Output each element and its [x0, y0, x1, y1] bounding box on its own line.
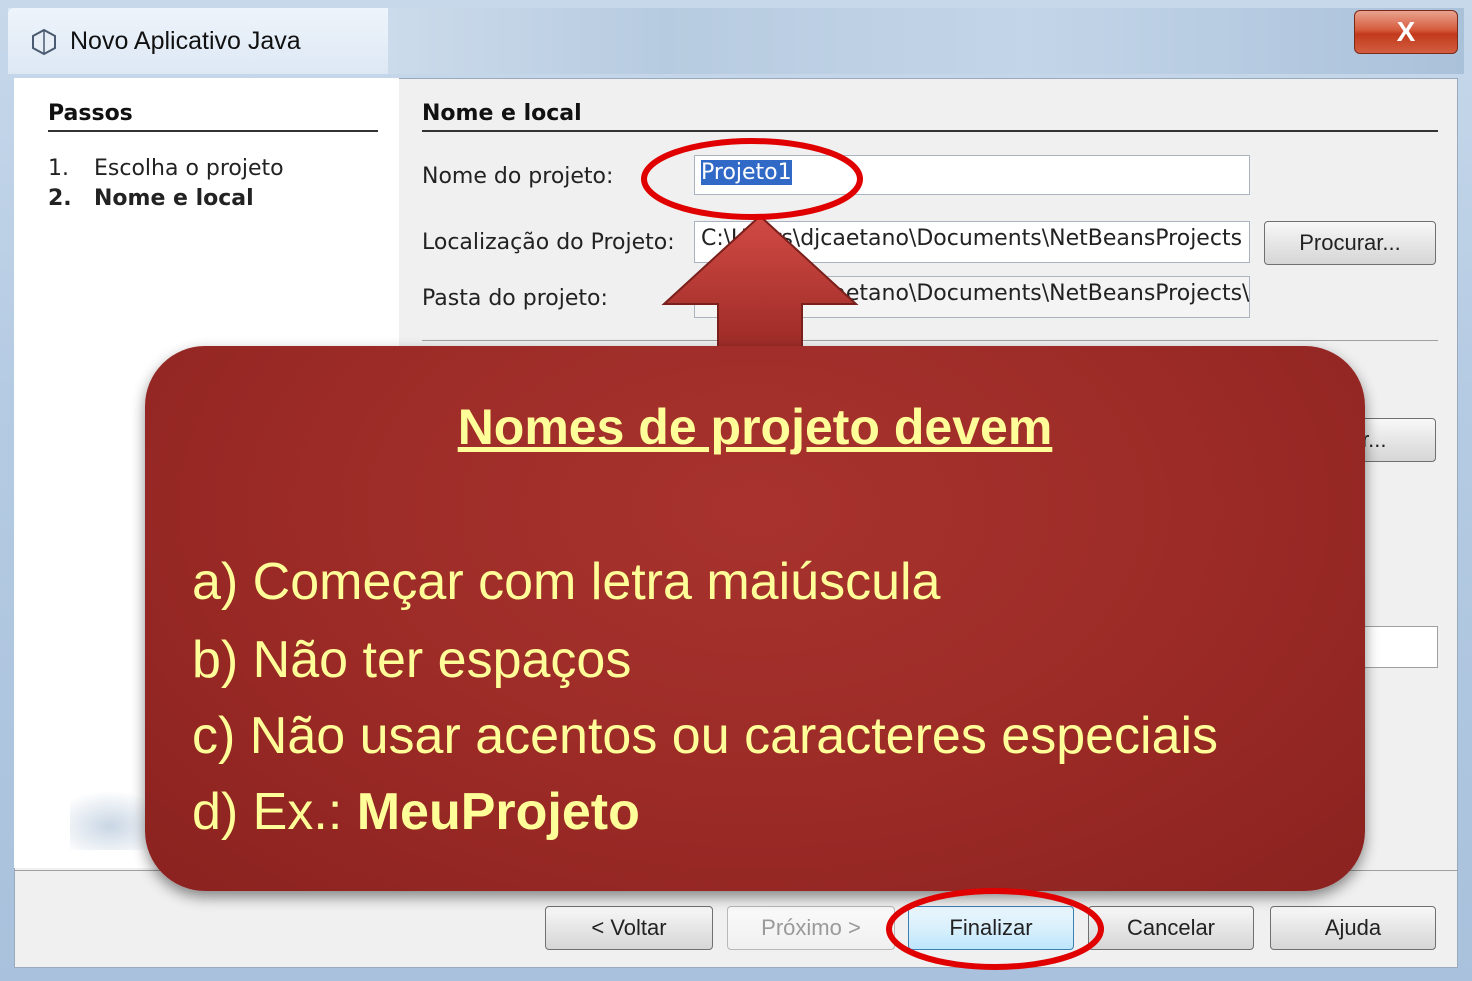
step-item-current: 2. Nome e local — [48, 186, 254, 211]
step-label: Nome e local — [94, 186, 254, 211]
project-location-label: Localização do Projeto: — [422, 230, 675, 255]
steps-divider — [48, 130, 378, 132]
example-value: MeuProjeto — [356, 783, 640, 841]
java-app-icon — [32, 28, 56, 56]
highlight-ellipse-finish — [886, 888, 1104, 970]
close-button[interactable]: X — [1354, 10, 1458, 54]
section-title: Nome e local — [422, 101, 582, 126]
project-folder-label: Pasta do projeto: — [422, 286, 608, 311]
callout-title: Nomes de projeto devem — [457, 399, 1053, 455]
rule-item: b) Não ter espaços — [192, 631, 632, 689]
steps-title: Passos — [48, 101, 133, 126]
step-item: 1. Escolha o projeto — [48, 156, 284, 181]
highlight-ellipse-project-name — [641, 138, 863, 220]
back-button[interactable]: < Voltar — [545, 906, 713, 950]
step-label: Escolha o projeto — [94, 156, 284, 181]
step-number: 2. — [48, 186, 72, 211]
step-number: 1. — [48, 156, 69, 181]
cancel-button[interactable]: Cancelar — [1088, 906, 1254, 950]
options-separator — [422, 340, 1438, 341]
close-icon: X — [1396, 16, 1416, 47]
rule-example: d) Ex.: MeuProjeto — [192, 782, 640, 842]
rule-item: c) Não usar acentos ou caracteres especi… — [192, 707, 1219, 765]
section-divider — [422, 130, 1438, 132]
next-button[interactable]: Próximo > — [727, 906, 895, 950]
example-prefix: d) Ex.: — [192, 783, 357, 841]
up-arrow-annotation — [661, 214, 859, 352]
rule-item: a) Começar com letra maiúscula — [192, 553, 941, 611]
project-name-label: Nome do projeto: — [422, 164, 614, 189]
help-button[interactable]: Ajuda — [1270, 906, 1436, 950]
browse-location-button[interactable]: Procurar... — [1264, 221, 1436, 265]
window-title: Novo Aplicativo Java — [70, 27, 301, 55]
